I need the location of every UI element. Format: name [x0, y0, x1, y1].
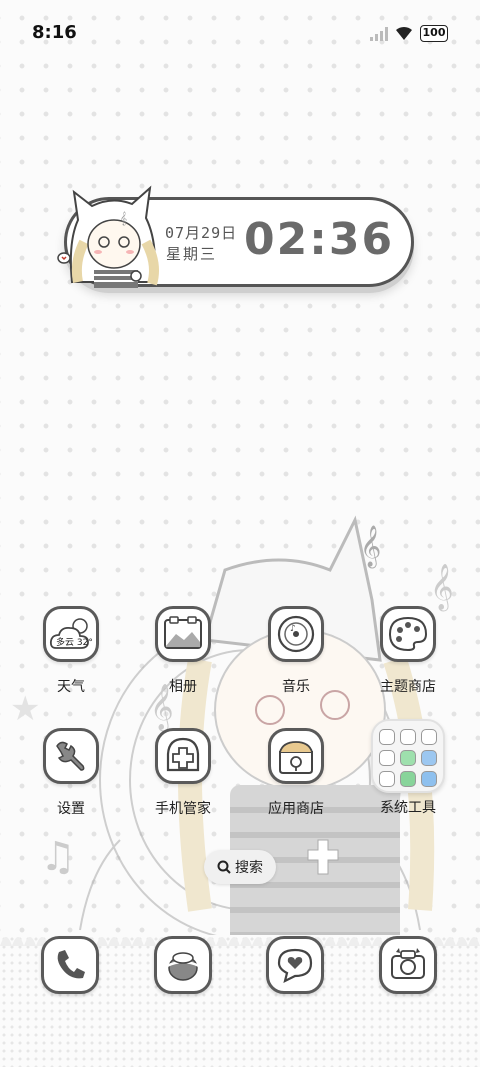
mini-app-icon	[400, 729, 416, 745]
search-icon	[217, 860, 231, 874]
app-theme-store[interactable]: 主题商店	[366, 606, 450, 696]
app-label: 系统工具	[380, 800, 436, 816]
svg-text:𝄞: 𝄞	[120, 211, 127, 225]
svg-text:𝄞: 𝄞	[430, 564, 454, 612]
widget-time: 02:36	[244, 214, 395, 265]
folder-icon	[371, 719, 445, 793]
weather-icon: 多云 32°	[43, 606, 99, 662]
palette-icon	[380, 606, 436, 662]
dock-camera[interactable]	[379, 936, 437, 994]
app-label: 天气	[57, 679, 85, 695]
app-label: 相册	[169, 679, 197, 695]
battery-indicator: 100	[420, 25, 448, 42]
dock-browser[interactable]	[154, 936, 212, 994]
dock-phone[interactable]	[41, 936, 99, 994]
mini-app-icon	[379, 729, 395, 745]
search-label: 搜索	[235, 860, 263, 876]
widget-date: 07月29日	[165, 224, 238, 242]
app-label: 手机管家	[155, 801, 211, 817]
app-phone-manager[interactable]: 手机管家	[141, 728, 225, 818]
dock-messages[interactable]	[266, 936, 324, 994]
mini-app-icon	[379, 771, 395, 787]
widget-weekday: 星期三	[166, 245, 218, 263]
music-icon: ♪	[268, 606, 324, 662]
mini-app-icon	[400, 750, 416, 766]
search-button[interactable]: 搜索	[204, 850, 276, 884]
svg-text:♪: ♪	[290, 624, 296, 634]
widget-character-art: 𝄞	[57, 185, 159, 288]
phone-icon	[57, 950, 85, 979]
app-system-tools-folder[interactable]: 系统工具	[366, 719, 450, 817]
signal-icon	[370, 27, 388, 41]
app-label: 主题商店	[380, 679, 436, 695]
security-icon	[155, 728, 211, 784]
mini-app-icon	[421, 771, 437, 787]
browser-icon	[166, 952, 200, 981]
mini-app-icon	[400, 771, 416, 787]
app-label: 设置	[57, 801, 85, 817]
wrench-icon	[43, 728, 99, 784]
app-settings[interactable]: 设置	[29, 728, 113, 818]
mini-app-icon	[421, 750, 437, 766]
app-gallery[interactable]: 相册	[141, 606, 225, 696]
app-store-icon	[268, 728, 324, 784]
messages-icon	[277, 948, 313, 984]
app-weather[interactable]: 多云 32° 天气	[29, 606, 113, 696]
wifi-icon	[396, 26, 412, 40]
mini-app-icon	[421, 729, 437, 745]
weather-text: 多云 32°	[56, 636, 93, 648]
status-time: 8:16	[32, 22, 77, 43]
app-label: 应用商店	[268, 801, 324, 817]
svg-text:𝄞: 𝄞	[360, 525, 381, 568]
app-app-store[interactable]: 应用商店	[254, 728, 338, 818]
app-music[interactable]: ♪ 音乐	[254, 606, 338, 696]
mini-app-icon	[379, 750, 395, 766]
svg-text:♫: ♫	[40, 834, 76, 880]
app-label: 音乐	[282, 679, 310, 695]
gallery-icon	[155, 606, 211, 662]
status-bar: 8:16 100	[0, 0, 480, 68]
camera-icon	[391, 948, 425, 979]
